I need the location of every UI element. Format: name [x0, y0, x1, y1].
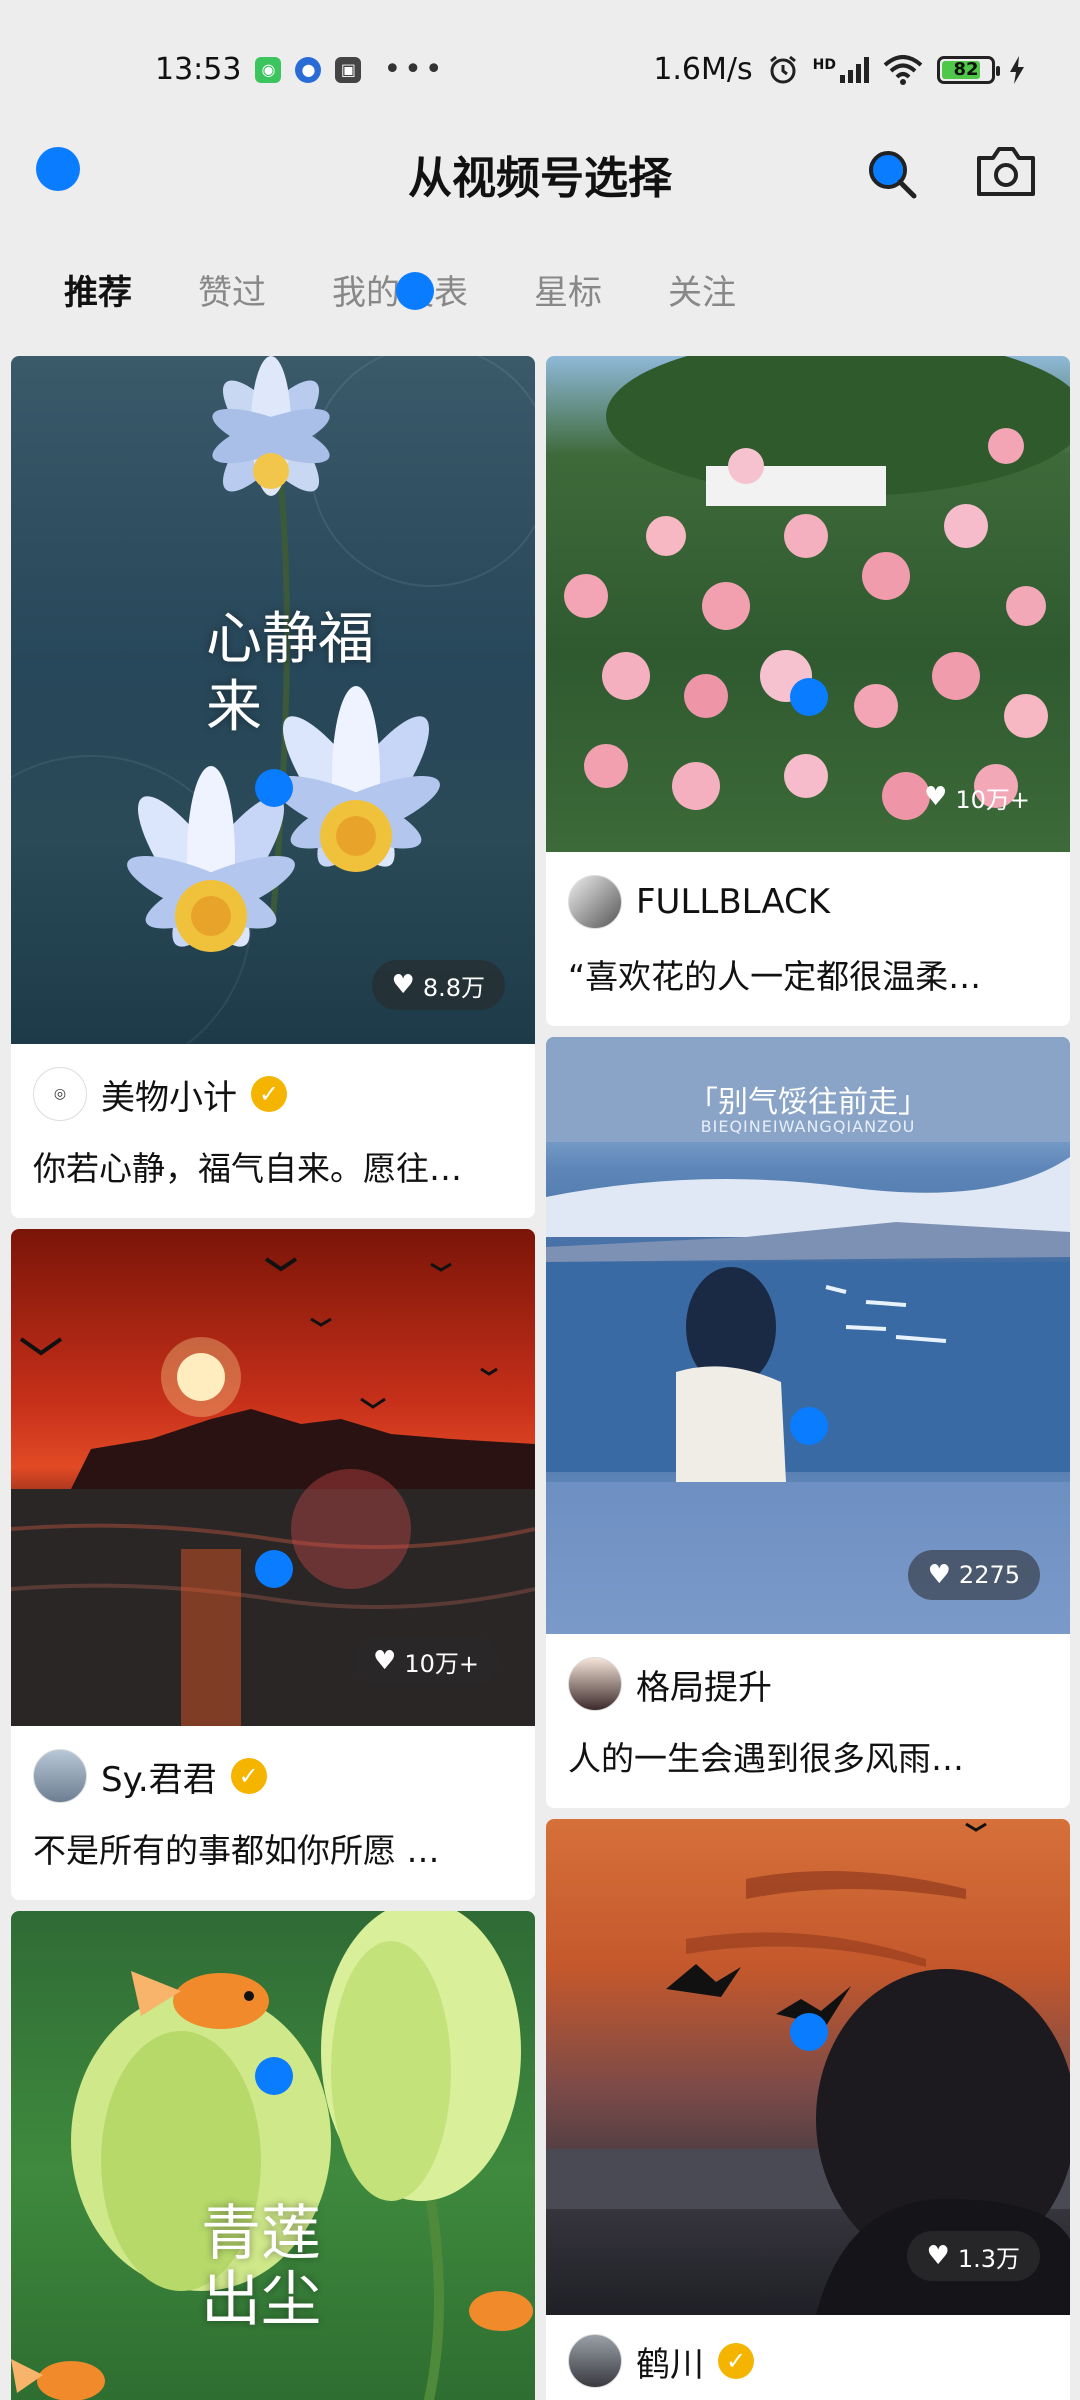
status-time: 13:53: [155, 52, 242, 87]
video-thumbnail[interactable]: 「别气馁往前走」 BIEQINEIWANGQIANZOU ♥ 2275: [546, 1037, 1070, 1634]
author-name: 美物小计: [101, 1077, 237, 1118]
more-notifications-icon: •••: [383, 52, 446, 87]
avatar: ◎: [33, 1067, 87, 1121]
author-row: 鹤川 ✓: [568, 2333, 1048, 2389]
likes-badge: ♥ 8.8万: [371, 960, 505, 1010]
video-thumbnail[interactable]: 青莲出尘: [11, 1911, 535, 2400]
author-name: 格局提升: [636, 1667, 772, 1708]
card-meta: FULLBLACK “喜欢花的人一定都很温柔…: [546, 852, 1070, 1026]
verified-icon: ✓: [230, 1758, 267, 1794]
app-notification-icon: ●: [295, 56, 322, 83]
video-description: “喜欢花的人一定都很温柔…: [568, 957, 982, 996]
battery-level: 82: [953, 59, 979, 80]
author-row: FULLBLACK: [568, 874, 1048, 930]
touch-indicator: [255, 2057, 293, 2095]
net-speed: 1.6M/s: [653, 52, 753, 87]
video-card[interactable]: 心静福来 ♥ 8.8万 ◎ 美物小计 ✓ 你若心静，福气自来。愿往…: [11, 356, 535, 1218]
heart-icon: ♥: [927, 1560, 951, 1590]
alarm-icon: [769, 55, 796, 83]
likes-badge: ♥ 1.3万: [906, 2231, 1040, 2281]
heart-icon: ♥: [926, 2241, 950, 2271]
video-description: 你若心静，福气自来。愿往…: [33, 1149, 462, 1188]
wechat-notification-icon: ◉: [255, 56, 282, 83]
author-row: Sy.君君 ✓: [33, 1748, 513, 1804]
heart-icon: ♥: [924, 782, 948, 812]
touch-indicator: [790, 1407, 828, 1445]
battery-icon: 82: [937, 55, 1000, 84]
touch-indicator: [396, 272, 434, 310]
verified-icon: ✓: [251, 1076, 287, 1112]
touch-indicator: [790, 678, 828, 716]
tab-recommended[interactable]: 推荐: [64, 265, 132, 314]
author-row: ◎ 美物小计 ✓: [33, 1066, 513, 1122]
card-meta: Sy.君君 ✓ 不是所有的事都如你所愿 …: [11, 1726, 535, 1900]
likes-count: 8.8万: [422, 973, 485, 1002]
avatar: [33, 1749, 87, 1803]
video-thumbnail[interactable]: 心静福来 ♥ 8.8万: [11, 356, 535, 1044]
hd-label: HD: [812, 56, 836, 73]
heart-icon: ♥: [373, 1646, 397, 1676]
avatar: [568, 1657, 622, 1711]
likes-count: 10万+: [404, 1649, 479, 1678]
author-row: 格局提升: [568, 1656, 1048, 1712]
video-description: 人的一生会遇到很多风雨…: [568, 1739, 964, 1778]
video-card[interactable]: ♥ 1.3万 鹤川 ✓: [546, 1819, 1070, 2400]
overlay-caption: 青莲出尘: [201, 2199, 321, 2335]
status-bar: 13:53 ◉ ● ▣ ••• 1.6M/s HD 82: [0, 0, 1080, 140]
game-notification-icon: ▣: [335, 56, 362, 83]
video-thumbnail[interactable]: ♥ 10万+: [11, 1229, 535, 1726]
likes-badge: ♥ 10万+: [904, 772, 1050, 822]
video-card[interactable]: ♥ 10万+ FULLBLACK “喜欢花的人一定都很温柔…: [546, 356, 1070, 1026]
verified-icon: ✓: [718, 2343, 754, 2379]
signal-icon: HD: [812, 56, 869, 83]
camera-icon[interactable]: [975, 144, 1037, 200]
charging-icon: [1010, 55, 1024, 84]
card-meta: 鹤川 ✓: [546, 2315, 1070, 2400]
header: 从视频号选择: [0, 130, 1080, 250]
video-card[interactable]: 青莲出尘: [11, 1911, 535, 2400]
tab-starred[interactable]: 星标: [534, 265, 602, 314]
overlay-caption: 心静福来: [206, 607, 374, 740]
author-name: Sy.君君: [101, 1759, 217, 1800]
touch-indicator: [790, 2013, 828, 2051]
likes-badge: ♥ 2275: [907, 1550, 1040, 1600]
author-name: FULLBLACK: [636, 882, 831, 922]
tab-following[interactable]: 关注: [668, 265, 736, 314]
avatar: [568, 875, 622, 929]
overlay-subtitle: BIEQINEIWANGQIANZOU: [700, 1117, 916, 1136]
overlay-title: 「别气馁往前走」: [688, 1085, 928, 1120]
video-description: 不是所有的事都如你所愿 …: [33, 1831, 440, 1870]
likes-count: 2275: [958, 1561, 1020, 1589]
wifi-icon: [883, 54, 923, 85]
card-meta: 格局提升 人的一生会遇到很多风雨…: [546, 1634, 1070, 1808]
likes-count: 1.3万: [957, 2244, 1020, 2273]
likes-badge: ♥ 10万+: [353, 1636, 499, 1686]
card-meta: ◎ 美物小计 ✓ 你若心静，福气自来。愿往…: [11, 1044, 535, 1218]
search-icon[interactable]: [862, 144, 922, 204]
heart-icon: ♥: [391, 970, 415, 1000]
touch-indicator: [255, 1550, 293, 1588]
video-card[interactable]: ♥ 10万+ Sy.君君 ✓ 不是所有的事都如你所愿 …: [11, 1229, 535, 1900]
avatar: [568, 2334, 622, 2388]
video-thumbnail[interactable]: ♥ 10万+: [546, 356, 1070, 852]
video-thumbnail[interactable]: ♥ 1.3万: [546, 1819, 1070, 2315]
video-card[interactable]: 「别气馁往前走」 BIEQINEIWANGQIANZOU ♥ 2275 格局提升…: [546, 1037, 1070, 1808]
right-column: ♥ 10万+ FULLBLACK “喜欢花的人一定都很温柔… 「别气馁往前走」 …: [546, 356, 1070, 2400]
left-column: 心静福来 ♥ 8.8万 ◎ 美物小计 ✓ 你若心静，福气自来。愿往… ♥ 10万…: [11, 356, 535, 2400]
tab-liked[interactable]: 赞过: [198, 265, 266, 314]
likes-count: 10万+: [955, 785, 1030, 814]
author-name: 鹤川: [636, 2344, 704, 2385]
touch-indicator: [255, 769, 293, 807]
